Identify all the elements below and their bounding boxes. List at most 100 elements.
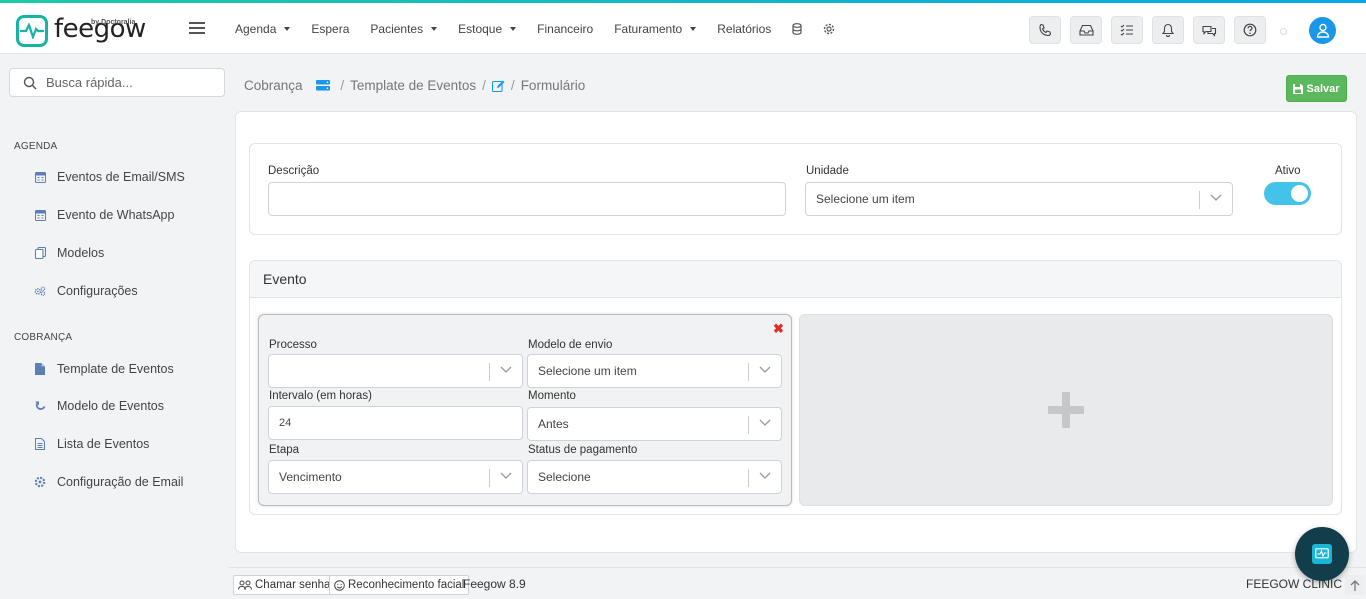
chamar-senha-button[interactable]: Chamar senha bbox=[233, 575, 336, 595]
calendar-icon bbox=[34, 209, 46, 221]
ativo-label: Ativo bbox=[1275, 165, 1301, 177]
sidebar-item-label: Modelos bbox=[57, 246, 105, 260]
sidebar-item-modelo-eventos[interactable]: Modelo de Eventos bbox=[34, 399, 164, 413]
modelo-envio-select[interactable]: Selecione um item bbox=[527, 354, 782, 388]
chamar-senha-label: Chamar senha bbox=[255, 579, 331, 591]
arrow-up-icon bbox=[1350, 579, 1360, 591]
sidebar-item-label: Eventos de Email/SMS bbox=[57, 170, 185, 184]
feegow-logo[interactable]: feegow by Doctoralia bbox=[16, 14, 146, 48]
descricao-label: Descrição bbox=[268, 165, 320, 177]
momento-select-value: Antes bbox=[538, 417, 569, 431]
nav-espera[interactable]: Espera bbox=[311, 22, 349, 36]
users-icon bbox=[238, 580, 252, 590]
momento-select[interactable]: Antes bbox=[527, 407, 782, 441]
toggle-knob bbox=[1291, 185, 1308, 202]
ativo-toggle[interactable] bbox=[1264, 182, 1311, 205]
save-button[interactable]: Salvar bbox=[1286, 75, 1347, 102]
reconhecimento-facial-button[interactable]: Reconhecimento facial bbox=[329, 575, 470, 595]
processo-label: Processo bbox=[269, 339, 317, 351]
top-navbar: feegow by Doctoralia Agenda Espera Pacie… bbox=[0, 3, 1366, 54]
logo-subtitle: by Doctoralia bbox=[91, 19, 136, 26]
intervalo-input[interactable]: 24 bbox=[268, 406, 523, 440]
plus-icon bbox=[1048, 392, 1084, 428]
copy-icon bbox=[34, 247, 46, 259]
nav-estoque[interactable]: Estoque bbox=[458, 22, 517, 36]
inbox-icon[interactable] bbox=[1070, 16, 1102, 44]
checklist-icon[interactable] bbox=[1111, 16, 1143, 44]
search-icon bbox=[23, 76, 37, 90]
caret-down-icon bbox=[510, 26, 517, 31]
sidebar-item-label: Lista de Eventos bbox=[57, 437, 150, 451]
server-icon bbox=[316, 80, 331, 91]
caret-down-icon bbox=[284, 26, 291, 31]
descricao-input[interactable] bbox=[268, 182, 786, 216]
phone-icon[interactable] bbox=[1029, 16, 1061, 44]
etapa-label: Etapa bbox=[269, 444, 300, 456]
caret-down-icon bbox=[690, 26, 697, 31]
nav-pacientes[interactable]: Pacientes bbox=[370, 22, 438, 36]
main-navigation: Agenda Espera Pacientes Estoque Financei… bbox=[235, 3, 856, 54]
support-widget-icon bbox=[1312, 544, 1332, 564]
unidade-select-value: Selecione um item bbox=[816, 192, 915, 206]
status-dot bbox=[1280, 28, 1287, 35]
chevron-down-icon bbox=[759, 419, 771, 426]
cog-icon bbox=[34, 476, 46, 488]
user-avatar[interactable] bbox=[1309, 17, 1336, 44]
quick-search-input[interactable]: Busca rápida... bbox=[9, 68, 225, 97]
hamburger-menu-icon[interactable] bbox=[189, 22, 205, 37]
sidebar-item-lista-eventos[interactable]: Lista de Eventos bbox=[34, 437, 149, 451]
chevron-down-icon bbox=[1210, 194, 1222, 201]
sidebar-item-label: Evento de WhatsApp bbox=[57, 208, 175, 222]
bell-icon[interactable] bbox=[1152, 16, 1184, 44]
breadcrumb-item-template-eventos[interactable]: Template de Eventos bbox=[350, 78, 476, 93]
reconhecimento-facial-label: Reconhecimento facial bbox=[348, 579, 465, 591]
modelo-envio-select-value: Selecione um item bbox=[538, 364, 637, 378]
calendar-icon bbox=[34, 171, 46, 183]
help-icon[interactable] bbox=[1234, 16, 1266, 44]
add-evento-button[interactable] bbox=[799, 314, 1333, 506]
logo-pulse-icon bbox=[16, 15, 48, 47]
cogs-icon bbox=[34, 285, 46, 297]
edit-icon bbox=[491, 80, 505, 92]
sidebar-item-template-eventos[interactable]: Template de Eventos bbox=[34, 362, 174, 376]
status-pagamento-select[interactable]: Selecione bbox=[527, 460, 782, 494]
evento-title: Evento bbox=[263, 271, 307, 287]
etapa-select[interactable]: Vencimento bbox=[268, 460, 523, 494]
chevron-down-icon bbox=[759, 366, 771, 373]
sidebar-item-configuracoes[interactable]: Configurações bbox=[34, 284, 138, 298]
sidebar-section-cobranca: COBRANÇA bbox=[14, 332, 73, 343]
sidebar-item-eventos-email-sms[interactable]: Eventos de Email/SMS bbox=[34, 170, 185, 184]
sidebar-item-evento-whatsapp[interactable]: Evento de WhatsApp bbox=[34, 208, 174, 222]
remove-evento-icon[interactable]: ✖ bbox=[773, 321, 784, 337]
unidade-label: Unidade bbox=[806, 165, 849, 177]
chat-icon[interactable] bbox=[1193, 16, 1225, 44]
evento-card-header: Evento bbox=[250, 261, 1341, 298]
breadcrumb: Cobrança / Template de Eventos / / Formu… bbox=[244, 78, 586, 93]
nav-faturamento[interactable]: Faturamento bbox=[614, 22, 697, 36]
breadcrumb-item-formulario: Formulário bbox=[520, 78, 586, 93]
breadcrumb-item-cobranca[interactable]: Cobrança bbox=[244, 78, 303, 93]
gear-icon[interactable] bbox=[823, 23, 835, 35]
nav-financeiro[interactable]: Financeiro bbox=[537, 22, 593, 36]
chat-support-button[interactable] bbox=[1295, 527, 1349, 581]
sidebar-item-configuracao-email[interactable]: Configuração de Email bbox=[34, 475, 183, 489]
sidebar-item-modelos[interactable]: Modelos bbox=[34, 246, 104, 260]
momento-label: Momento bbox=[528, 390, 576, 402]
nav-agenda[interactable]: Agenda bbox=[235, 22, 291, 36]
floppy-disk-icon bbox=[1293, 83, 1304, 94]
nav-relatorios[interactable]: Relatórios bbox=[717, 22, 771, 36]
database-icon[interactable] bbox=[792, 22, 802, 35]
sidebar-item-label: Configurações bbox=[57, 284, 138, 298]
file-text-icon bbox=[34, 438, 46, 450]
quick-toolbar bbox=[1029, 16, 1275, 44]
caret-down-icon bbox=[431, 26, 438, 31]
intervalo-label: Intervalo (em horas) bbox=[269, 390, 372, 402]
unidade-select[interactable]: Selecione um item bbox=[805, 182, 1233, 216]
sidebar-section-agenda: AGENDA bbox=[14, 141, 58, 152]
smile-icon bbox=[334, 579, 345, 591]
processo-select[interactable] bbox=[268, 354, 523, 388]
etapa-select-value: Vencimento bbox=[279, 470, 342, 484]
scroll-top-button[interactable] bbox=[1345, 575, 1365, 595]
chevron-down-icon bbox=[759, 472, 771, 479]
refresh-icon bbox=[34, 400, 46, 412]
